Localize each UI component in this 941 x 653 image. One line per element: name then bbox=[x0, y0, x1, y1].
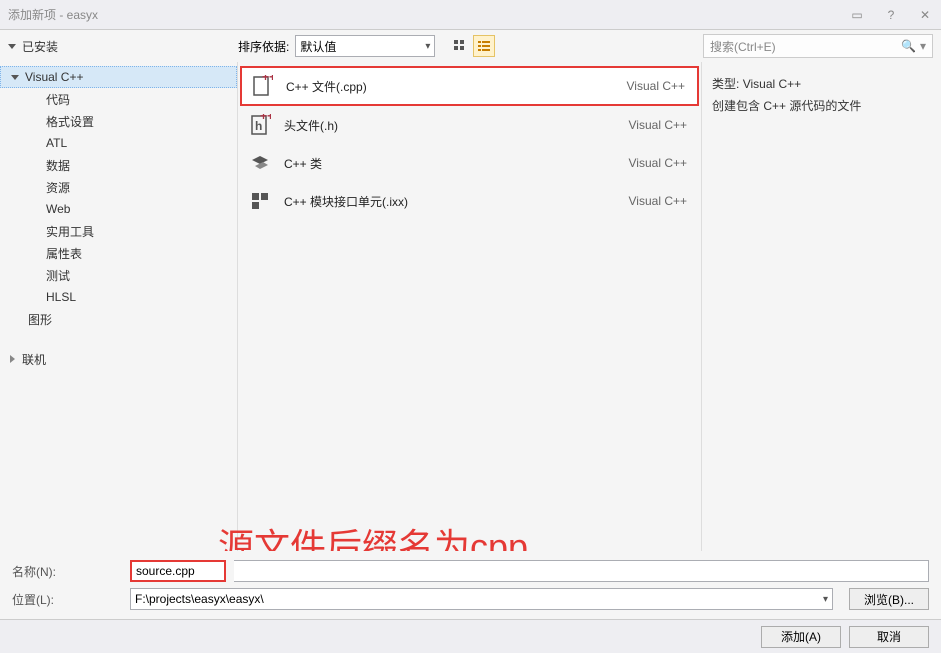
name-row: 名称(N): bbox=[12, 557, 929, 585]
sidebar: Visual C++ 代码 格式设置 ATL 数据 资源 Web 实用工具 属性… bbox=[0, 62, 238, 552]
installed-label: 已安装 bbox=[22, 38, 58, 55]
item-lang: Visual C++ bbox=[627, 79, 685, 93]
location-label: 位置(L): bbox=[12, 591, 122, 608]
search-icon: 🔍 bbox=[901, 39, 916, 53]
location-value: F:\projects\easyx\easyx\ bbox=[135, 592, 264, 606]
details-pane: 类型: Visual C++ 创建包含 C++ 源代码的文件 bbox=[701, 62, 941, 552]
tree-label: Web bbox=[46, 202, 70, 216]
header-file-icon: h++ bbox=[248, 113, 272, 137]
tree-node-hlsl[interactable]: HLSL bbox=[0, 286, 237, 308]
location-combo[interactable]: F:\projects\easyx\easyx\ ▾ bbox=[130, 588, 833, 610]
item-lang: Visual C++ bbox=[629, 156, 687, 170]
tree-label: 图形 bbox=[28, 311, 52, 328]
item-lang: Visual C++ bbox=[629, 118, 687, 132]
tree-node-property[interactable]: 属性表 bbox=[0, 242, 237, 264]
class-icon bbox=[248, 151, 272, 175]
tree-node-visual-cpp[interactable]: Visual C++ bbox=[0, 66, 237, 88]
name-input[interactable] bbox=[130, 560, 226, 582]
search-input[interactable]: 搜索(Ctrl+E) 🔍 ▾ bbox=[703, 34, 933, 58]
name-input-ext[interactable] bbox=[234, 560, 929, 582]
window-title: 添加新项 - easyx bbox=[8, 6, 849, 23]
chevron-right-icon bbox=[10, 355, 15, 363]
search-dropdown-icon[interactable]: ▾ bbox=[920, 39, 926, 53]
module-icon bbox=[248, 189, 272, 213]
footer: 添加(A) 取消 bbox=[0, 619, 941, 653]
item-name: C++ 模块接口单元(.ixx) bbox=[284, 193, 617, 210]
view-list-button[interactable] bbox=[473, 35, 495, 57]
list-item-header-file[interactable]: h++ 头文件(.h) Visual C++ bbox=[240, 106, 699, 144]
tree-node-web[interactable]: Web bbox=[0, 198, 237, 220]
help-icon[interactable]: ? bbox=[883, 8, 899, 22]
chevron-down-icon: ▾ bbox=[823, 594, 828, 605]
template-list: ++ C++ 文件(.cpp) Visual C++ h++ 头文件(.h) V… bbox=[238, 62, 701, 552]
tree-node-online[interactable]: 联机 bbox=[0, 348, 237, 370]
chevron-down-icon bbox=[8, 44, 16, 49]
tree-label: ATL bbox=[46, 136, 67, 150]
list-item-cpp-class[interactable]: C++ 类 Visual C++ bbox=[240, 144, 699, 182]
tree-node-graphics[interactable]: 图形 bbox=[0, 308, 237, 330]
sort-label: 排序依据: bbox=[238, 38, 289, 55]
item-name: 头文件(.h) bbox=[284, 117, 617, 134]
svg-text:++: ++ bbox=[260, 114, 271, 123]
view-buttons bbox=[449, 35, 495, 57]
tree-node-test[interactable]: 测试 bbox=[0, 264, 237, 286]
sort-value: 默认值 bbox=[300, 38, 336, 55]
list-item-cpp-file[interactable]: ++ C++ 文件(.cpp) Visual C++ bbox=[240, 66, 699, 106]
toolbar: 已安装 排序依据: 默认值 ▾ 搜索(Ctrl+E) 🔍 ▾ bbox=[0, 30, 941, 62]
tree-label: 测试 bbox=[46, 267, 70, 284]
chevron-down-icon bbox=[11, 75, 19, 80]
browse-button[interactable]: 浏览(B)... bbox=[849, 588, 929, 610]
tree-label: Visual C++ bbox=[25, 70, 83, 84]
form-area: 名称(N): 位置(L): F:\projects\easyx\easyx\ ▾… bbox=[0, 551, 941, 619]
chevron-down-icon: ▾ bbox=[425, 41, 430, 52]
tree-node-data[interactable]: 数据 bbox=[0, 154, 237, 176]
type-label: 类型: bbox=[712, 77, 739, 91]
list-icon bbox=[477, 39, 491, 53]
grid-icon bbox=[453, 39, 467, 53]
location-row: 位置(L): F:\projects\easyx\easyx\ ▾ 浏览(B).… bbox=[12, 585, 929, 613]
tree-label: HLSL bbox=[46, 290, 76, 304]
tree-node-code[interactable]: 代码 bbox=[0, 88, 237, 110]
item-name: C++ 文件(.cpp) bbox=[286, 78, 615, 95]
item-name: C++ 类 bbox=[284, 155, 617, 172]
tree-node-utility[interactable]: 实用工具 bbox=[0, 220, 237, 242]
list-item-module[interactable]: C++ 模块接口单元(.ixx) Visual C++ bbox=[240, 182, 699, 220]
search-placeholder: 搜索(Ctrl+E) bbox=[710, 38, 776, 55]
sort-select[interactable]: 默认值 ▾ bbox=[295, 35, 435, 57]
tree-label: 实用工具 bbox=[46, 223, 94, 240]
titlebar: 添加新项 - easyx ▭ ? ✕ bbox=[0, 0, 941, 30]
sort-area: 排序依据: 默认值 ▾ bbox=[238, 35, 495, 57]
tree-label: 格式设置 bbox=[46, 113, 94, 130]
add-button[interactable]: 添加(A) bbox=[761, 626, 841, 648]
tree-node-resource[interactable]: 资源 bbox=[0, 176, 237, 198]
tree-label: 属性表 bbox=[46, 245, 82, 262]
tree-label: 代码 bbox=[46, 91, 70, 108]
tree-label: 数据 bbox=[46, 157, 70, 174]
restore-icon[interactable]: ▭ bbox=[849, 8, 865, 22]
main-area: Visual C++ 代码 格式设置 ATL 数据 资源 Web 实用工具 属性… bbox=[0, 62, 941, 552]
tree-node-atl[interactable]: ATL bbox=[0, 132, 237, 154]
type-row: 类型: Visual C++ bbox=[712, 74, 931, 96]
item-lang: Visual C++ bbox=[629, 194, 687, 208]
name-label: 名称(N): bbox=[12, 563, 122, 580]
tree-label: 资源 bbox=[46, 179, 70, 196]
type-value: Visual C++ bbox=[743, 77, 801, 91]
cpp-file-icon: ++ bbox=[250, 74, 274, 98]
cancel-button[interactable]: 取消 bbox=[849, 626, 929, 648]
view-grid-button[interactable] bbox=[449, 35, 471, 57]
description: 创建包含 C++ 源代码的文件 bbox=[712, 96, 931, 118]
close-icon[interactable]: ✕ bbox=[917, 8, 933, 22]
tree-node-format[interactable]: 格式设置 bbox=[0, 110, 237, 132]
window-buttons: ▭ ? ✕ bbox=[849, 8, 933, 22]
tree-label: 联机 bbox=[22, 351, 46, 368]
installed-header[interactable]: 已安装 bbox=[8, 38, 238, 55]
svg-text:++: ++ bbox=[262, 75, 273, 84]
